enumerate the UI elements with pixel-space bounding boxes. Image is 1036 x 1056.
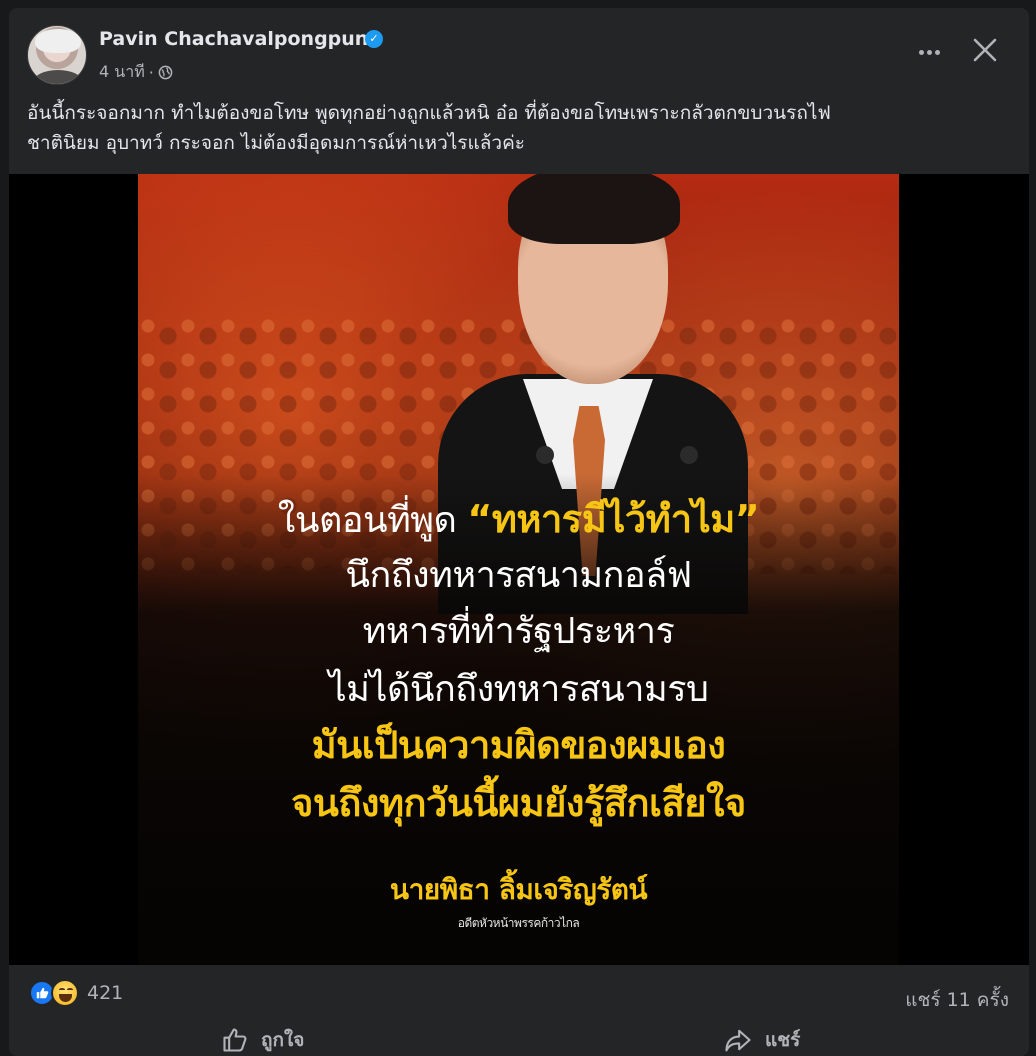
quote-line-4: ไม่ได้นึกถึงทหารสนามรบ	[328, 669, 709, 710]
signature-title: อดีตหัวหน้าพรรคก้าวไกล	[457, 916, 580, 930]
close-icon[interactable]	[967, 32, 1003, 68]
post-meta: 4 นาที ·	[99, 60, 173, 85]
author-name[interactable]: Pavin Chachavalpongpun	[99, 28, 368, 50]
post-timestamp[interactable]: 4 นาที	[99, 60, 145, 85]
author-avatar[interactable]	[27, 25, 87, 85]
like-button-label: ถูกใจ	[261, 1029, 305, 1051]
quote-line-2: นึกถึงทหารสนามกอล์ฟ	[345, 555, 692, 596]
share-button[interactable]: แชร์	[723, 1025, 800, 1055]
post-footer: 421 แชร์ 11 ครั้ง ถูกใจ แชร์	[9, 965, 1029, 1056]
haha-reaction-icon	[51, 979, 79, 1007]
quote-line-6: จนถึงทุกวันนี้ผมยังรู้สึกเสียใจ	[291, 781, 746, 825]
signature-name: นายพิธา ลิ้มเจริญรัตน์	[389, 873, 648, 906]
post-image-area[interactable]: ในตอนที่พูด “ทหารมีไว้ทำไม” นึกถึงทหารสน…	[9, 174, 1029, 965]
post-photo[interactable]: ในตอนที่พูด “ทหารมีไว้ทำไม” นึกถึงทหารสน…	[138, 174, 899, 965]
caption-line: ชาตินิยม อุบาทว์ กระจอก ไม่ต้องมีอุดมการ…	[27, 132, 525, 154]
quote-line-1: ในตอนที่พูด “ทหารมีไว้ทำไม”	[277, 497, 760, 541]
share-button-label: แชร์	[765, 1029, 801, 1051]
more-options-icon[interactable]	[909, 34, 949, 70]
share-count[interactable]: แชร์ 11 ครั้ง	[905, 985, 1009, 1015]
post-caption: อันนี้กระจอกมาก ทำไมต้องขอโทษ พูดทุกอย่า…	[27, 98, 1017, 158]
reaction-count[interactable]: 421	[87, 982, 123, 1004]
verified-badge-icon: ✓	[365, 30, 383, 48]
quote-line-3: ทหารที่ทำรัฐประหาร	[362, 611, 675, 652]
meta-separator: ·	[148, 63, 154, 82]
thumbs-up-icon	[223, 1028, 247, 1052]
post-header: Pavin Chachavalpongpun ✓ 4 นาที ·	[9, 8, 1029, 96]
post-card: Pavin Chachavalpongpun ✓ 4 นาที · อันนี้…	[9, 8, 1029, 1056]
share-arrow-icon	[725, 1029, 751, 1052]
quote-line-5: มันเป็นความผิดของผมเอง	[311, 723, 726, 767]
globe-icon[interactable]	[158, 65, 173, 80]
quote-highlight: “ทหารมีไว้ทำไม”	[467, 497, 760, 541]
like-button[interactable]: ถูกใจ	[221, 1025, 304, 1055]
caption-line: อันนี้กระจอกมาก ทำไมต้องขอโทษ พูดทุกอย่า…	[27, 102, 831, 124]
reaction-summary[interactable]: 421	[29, 979, 123, 1007]
